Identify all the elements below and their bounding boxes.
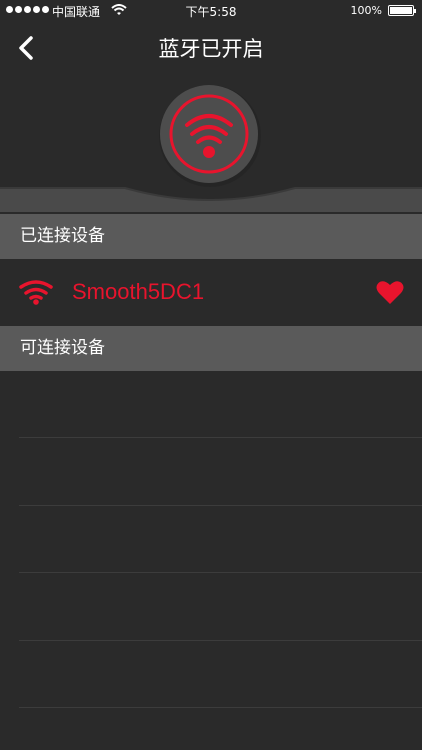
available-devices-list bbox=[0, 371, 422, 750]
bluetooth-hero bbox=[0, 72, 422, 212]
connected-devices-header: 已连接设备 bbox=[0, 214, 422, 259]
connected-device-row[interactable]: Smooth5DC1 bbox=[0, 259, 422, 326]
battery-icon bbox=[388, 5, 416, 16]
nav-bar: 蓝牙已开启 bbox=[0, 22, 422, 72]
wifi-icon bbox=[19, 280, 53, 305]
page-title: 蓝牙已开启 bbox=[158, 37, 264, 61]
list-divider bbox=[19, 707, 422, 708]
available-devices-header: 可连接设备 bbox=[0, 326, 422, 371]
battery-percentage: 100% bbox=[350, 4, 382, 17]
list-divider bbox=[19, 437, 422, 438]
hero-circle[interactable] bbox=[160, 85, 258, 183]
device-name: Smooth5DC1 bbox=[72, 279, 205, 304]
heart-icon[interactable] bbox=[376, 280, 404, 305]
status-bar: 中国联通 下午5:58 100% bbox=[0, 0, 422, 22]
list-divider bbox=[19, 505, 422, 506]
list-divider bbox=[19, 640, 422, 641]
list-divider bbox=[19, 572, 422, 573]
